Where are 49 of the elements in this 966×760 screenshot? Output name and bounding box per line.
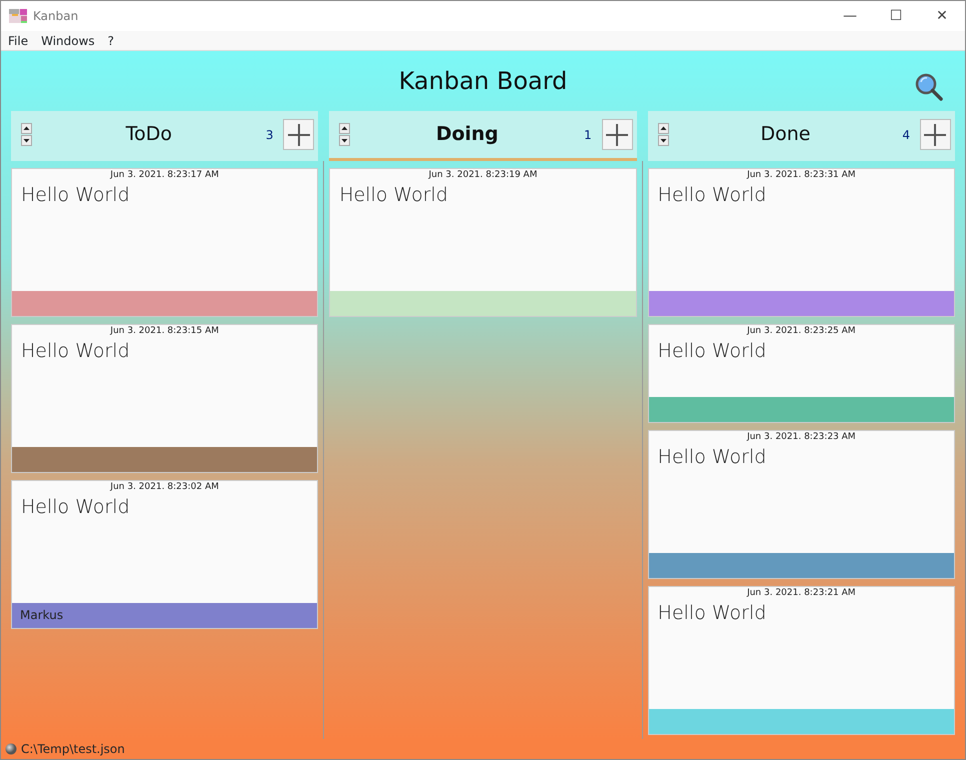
file-path: C:\Temp\test.json	[21, 741, 125, 758]
menu-item[interactable]: ?	[108, 31, 114, 50]
column-header[interactable]: Done 4	[648, 111, 955, 161]
add-button[interactable]	[602, 119, 633, 150]
task-card[interactable]: Jun 3. 2021. 8:23:17 AM Hello World	[11, 168, 318, 317]
card-text: Hello World	[21, 339, 131, 364]
card-date: Jun 3. 2021. 8:23:25 AM	[746, 325, 857, 337]
card-text: Hello World	[658, 339, 768, 364]
card-date: Jun 3. 2021. 8:23:31 AM	[746, 169, 857, 181]
task-card[interactable]: Jun 3. 2021. 8:23:31 AM Hello World	[648, 168, 955, 317]
card-date: Jun 3. 2021. 8:23:21 AM	[746, 587, 857, 599]
card-date: Jun 3. 2021. 8:23:15 AM	[108, 325, 220, 337]
card-text: Hello World	[21, 495, 131, 520]
menu-item[interactable]: Windows	[41, 31, 95, 50]
task-card[interactable]: Jun 3. 2021. 8:23:15 AM Hello World	[11, 324, 318, 473]
close-button[interactable]: ✕	[919, 4, 965, 28]
task-card[interactable]: Jun 3. 2021. 8:23:19 AM Hello World	[329, 168, 637, 317]
task-card[interactable]: Jun 3. 2021. 8:23:23 AM Hello World	[648, 430, 955, 579]
card-text: Hello World	[339, 183, 449, 208]
card-text: Hello World	[658, 601, 768, 626]
column-title: ToDo	[124, 122, 173, 148]
card-count: 1	[584, 126, 592, 144]
search-icon[interactable]	[915, 73, 943, 101]
task-card[interactable]: Jun 3. 2021. 8:23:21 AM Hello World	[648, 586, 955, 735]
app-icon	[9, 9, 27, 23]
column-header[interactable]: Doing 1	[329, 111, 637, 161]
minimize-button[interactable]: —	[827, 4, 873, 28]
task-card[interactable]: Jun 3. 2021. 8:23:25 AM Hello World	[648, 324, 955, 423]
board-title: Kanban Board	[398, 66, 568, 96]
card-count: 4	[902, 126, 910, 144]
card-date: Jun 3. 2021. 8:23:23 AM	[746, 431, 857, 443]
add-button[interactable]	[283, 119, 314, 150]
menu-item[interactable]: File	[8, 31, 28, 50]
card-text: Hello World	[21, 183, 131, 208]
card-date: Jun 3. 2021. 8:23:02 AM	[108, 481, 220, 493]
card-assignee: Markus	[20, 608, 64, 622]
column-header[interactable]: ToDo 3	[11, 111, 318, 161]
window-title: Kanban	[33, 8, 78, 25]
card-text: Hello World	[658, 183, 768, 208]
card-count: 3	[266, 126, 274, 144]
add-button[interactable]	[920, 119, 951, 150]
column-title: Done	[760, 122, 812, 148]
card-date: Jun 3. 2021. 8:23:19 AM	[427, 169, 538, 181]
task-card[interactable]: Jun 3. 2021. 8:23:02 AM Hello World Markus	[11, 480, 318, 629]
status-icon	[5, 743, 17, 755]
maximize-button[interactable]: ☐	[873, 4, 919, 28]
card-text: Hello World	[658, 445, 768, 470]
column-title: Doing	[434, 122, 500, 148]
card-date: Jun 3. 2021. 8:23:17 AM	[108, 169, 220, 181]
